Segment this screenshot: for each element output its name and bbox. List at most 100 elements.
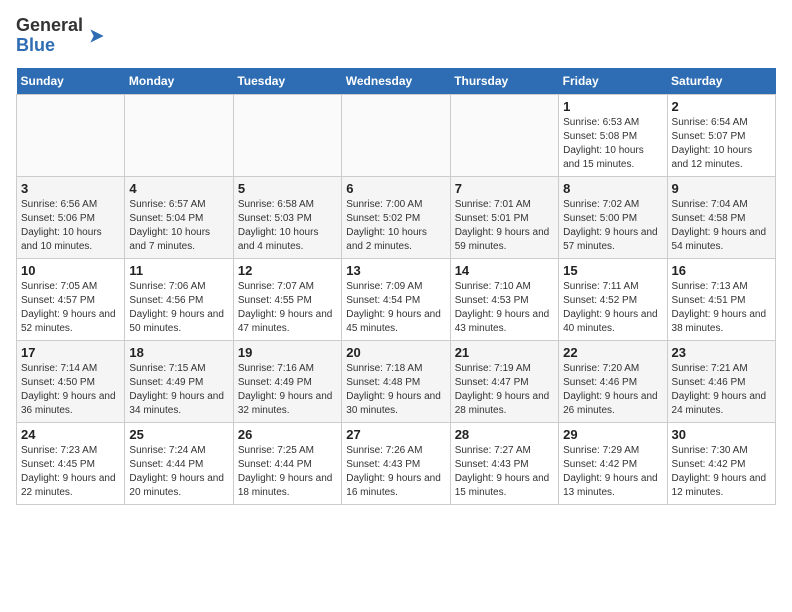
logo-general: General — [16, 15, 83, 35]
day-number: 6 — [346, 181, 445, 196]
calendar-cell: 10Sunrise: 7:05 AMSunset: 4:57 PMDayligh… — [17, 258, 125, 340]
weekday-saturday: Saturday — [667, 68, 775, 95]
day-info: Sunrise: 6:58 AMSunset: 5:03 PMDaylight:… — [238, 198, 337, 254]
calendar-cell: 19 Sunrise: 7:16 AMSunset: 4:49 PMDayligh… — [233, 340, 341, 422]
day-number: 4 — [129, 181, 228, 196]
day-info: Sunrise: 7:06 AMSunset: 4:56 PMDaylight:… — [129, 280, 228, 336]
day-info: Sunrise: 7:10 AMSunset: 4:53 PMDaylight:… — [455, 280, 554, 336]
day-number: 8 — [563, 181, 662, 196]
weekday-monday: Monday — [125, 68, 233, 95]
day-info: Sunrise: 7:27 AMSunset: 4:43 PMDaylight:… — [455, 444, 554, 500]
calendar-cell — [450, 94, 558, 176]
day-info: Sunrise: 7:07 AMSunset: 4:55 PMDaylight:… — [238, 280, 337, 336]
calendar-week-1: 3 Sunrise: 6:56 AMSunset: 5:06 PMDaylight… — [17, 176, 776, 258]
day-number: 3 — [21, 181, 120, 196]
day-info: Sunrise: 7:09 AMSunset: 4:54 PMDaylight:… — [346, 280, 445, 336]
day-info: Sunrise: 7:00 AMSunset: 5:02 PMDaylight:… — [346, 198, 445, 254]
day-info: Sunrise: 7:02 AMSunset: 5:00 PMDaylight:… — [563, 198, 662, 254]
calendar-cell: 28 Sunrise: 7:27 AMSunset: 4:43 PMDayligh… — [450, 422, 558, 504]
day-info: Sunrise: 7:13 AMSunset: 4:51 PMDaylight:… — [672, 280, 771, 336]
calendar-cell: 2 Sunrise: 6:54 AMSunset: 5:07 PMDaylight… — [667, 94, 775, 176]
calendar-week-4: 24 Sunrise: 7:23 AMSunset: 4:45 PMDayligh… — [17, 422, 776, 504]
calendar-cell: 21 Sunrise: 7:19 AMSunset: 4:47 PMDayligh… — [450, 340, 558, 422]
calendar-cell: 15 Sunrise: 7:11 AMSunset: 4:52 PMDayligh… — [559, 258, 667, 340]
day-info: Sunrise: 6:56 AMSunset: 5:06 PMDaylight:… — [21, 198, 120, 254]
weekday-sunday: Sunday — [17, 68, 125, 95]
day-info: Sunrise: 7:26 AMSunset: 4:43 PMDaylight:… — [346, 444, 445, 500]
day-number: 28 — [455, 427, 554, 442]
calendar-cell: 29 Sunrise: 7:29 AMSunset: 4:42 PMDayligh… — [559, 422, 667, 504]
day-number: 23 — [672, 345, 771, 360]
day-info: Sunrise: 7:30 AMSunset: 4:42 PMDaylight:… — [672, 444, 771, 500]
day-number: 27 — [346, 427, 445, 442]
calendar-table: SundayMondayTuesdayWednesdayThursdayFrid… — [16, 68, 776, 505]
calendar-cell: 1 Sunrise: 6:53 AMSunset: 5:08 PMDaylight… — [559, 94, 667, 176]
day-number: 14 — [455, 263, 554, 278]
logo-blue: Blue — [16, 35, 55, 55]
day-number: 20 — [346, 345, 445, 360]
calendar-cell: 27 Sunrise: 7:26 AMSunset: 4:43 PMDayligh… — [342, 422, 450, 504]
logo: General Blue — [16, 16, 107, 56]
day-number: 13 — [346, 263, 445, 278]
day-number: 15 — [563, 263, 662, 278]
day-number: 12 — [238, 263, 337, 278]
calendar-cell: 5Sunrise: 6:58 AMSunset: 5:03 PMDaylight… — [233, 176, 341, 258]
calendar-week-0: 1 Sunrise: 6:53 AMSunset: 5:08 PMDaylight… — [17, 94, 776, 176]
calendar-body: 1 Sunrise: 6:53 AMSunset: 5:08 PMDaylight… — [17, 94, 776, 504]
calendar-cell: 11Sunrise: 7:06 AMSunset: 4:56 PMDayligh… — [125, 258, 233, 340]
day-number: 25 — [129, 427, 228, 442]
calendar-cell: 25 Sunrise: 7:24 AMSunset: 4:44 PMDayligh… — [125, 422, 233, 504]
calendar-week-3: 17Sunrise: 7:14 AMSunset: 4:50 PMDayligh… — [17, 340, 776, 422]
day-info: Sunrise: 6:54 AMSunset: 5:07 PMDaylight:… — [672, 116, 771, 172]
day-number: 21 — [455, 345, 554, 360]
day-number: 1 — [563, 99, 662, 114]
day-number: 9 — [672, 181, 771, 196]
day-info: Sunrise: 6:57 AMSunset: 5:04 PMDaylight:… — [129, 198, 228, 254]
calendar-cell: 3 Sunrise: 6:56 AMSunset: 5:06 PMDaylight… — [17, 176, 125, 258]
calendar-cell: 20 Sunrise: 7:18 AMSunset: 4:48 PMDayligh… — [342, 340, 450, 422]
calendar-cell: 22 Sunrise: 7:20 AMSunset: 4:46 PMDayligh… — [559, 340, 667, 422]
calendar-cell: 18 Sunrise: 7:15 AMSunset: 4:49 PMDayligh… — [125, 340, 233, 422]
day-info: Sunrise: 7:16 AMSunset: 4:49 PMDaylight:… — [238, 362, 337, 418]
day-info: Sunrise: 7:25 AMSunset: 4:44 PMDaylight:… — [238, 444, 337, 500]
day-number: 24 — [21, 427, 120, 442]
day-info: Sunrise: 7:05 AMSunset: 4:57 PMDaylight:… — [21, 280, 120, 336]
day-info: Sunrise: 7:15 AMSunset: 4:49 PMDaylight:… — [129, 362, 228, 418]
day-info: Sunrise: 7:20 AMSunset: 4:46 PMDaylight:… — [563, 362, 662, 418]
weekday-thursday: Thursday — [450, 68, 558, 95]
calendar-header: SundayMondayTuesdayWednesdayThursdayFrid… — [17, 68, 776, 95]
calendar-cell: 9 Sunrise: 7:04 AMSunset: 4:58 PMDaylight… — [667, 176, 775, 258]
day-info: Sunrise: 7:18 AMSunset: 4:48 PMDaylight:… — [346, 362, 445, 418]
weekday-tuesday: Tuesday — [233, 68, 341, 95]
day-info: Sunrise: 7:19 AMSunset: 4:47 PMDaylight:… — [455, 362, 554, 418]
calendar-cell — [342, 94, 450, 176]
day-info: Sunrise: 7:24 AMSunset: 4:44 PMDaylight:… — [129, 444, 228, 500]
day-number: 17 — [21, 345, 120, 360]
day-info: Sunrise: 7:11 AMSunset: 4:52 PMDaylight:… — [563, 280, 662, 336]
calendar-cell: 13 Sunrise: 7:09 AMSunset: 4:54 PMDayligh… — [342, 258, 450, 340]
calendar-cell: 24 Sunrise: 7:23 AMSunset: 4:45 PMDayligh… — [17, 422, 125, 504]
weekday-header-row: SundayMondayTuesdayWednesdayThursdayFrid… — [17, 68, 776, 95]
day-number: 19 — [238, 345, 337, 360]
day-info: Sunrise: 6:53 AMSunset: 5:08 PMDaylight:… — [563, 116, 662, 172]
page-header: General Blue — [16, 16, 776, 56]
day-info: Sunrise: 7:29 AMSunset: 4:42 PMDaylight:… — [563, 444, 662, 500]
day-number: 2 — [672, 99, 771, 114]
calendar-cell: 26 Sunrise: 7:25 AMSunset: 4:44 PMDayligh… — [233, 422, 341, 504]
day-number: 18 — [129, 345, 228, 360]
day-info: Sunrise: 7:23 AMSunset: 4:45 PMDaylight:… — [21, 444, 120, 500]
calendar-cell — [17, 94, 125, 176]
calendar-cell: 8 Sunrise: 7:02 AMSunset: 5:00 PMDaylight… — [559, 176, 667, 258]
calendar-cell: 16Sunrise: 7:13 AMSunset: 4:51 PMDayligh… — [667, 258, 775, 340]
day-number: 30 — [672, 427, 771, 442]
calendar-cell: 12 Sunrise: 7:07 AMSunset: 4:55 PMDayligh… — [233, 258, 341, 340]
weekday-friday: Friday — [559, 68, 667, 95]
calendar-week-2: 10Sunrise: 7:05 AMSunset: 4:57 PMDayligh… — [17, 258, 776, 340]
day-info: Sunrise: 7:04 AMSunset: 4:58 PMDaylight:… — [672, 198, 771, 254]
day-number: 22 — [563, 345, 662, 360]
day-number: 29 — [563, 427, 662, 442]
calendar-cell: 14 Sunrise: 7:10 AMSunset: 4:53 PMDayligh… — [450, 258, 558, 340]
day-number: 26 — [238, 427, 337, 442]
day-number: 7 — [455, 181, 554, 196]
day-info: Sunrise: 7:21 AMSunset: 4:46 PMDaylight:… — [672, 362, 771, 418]
